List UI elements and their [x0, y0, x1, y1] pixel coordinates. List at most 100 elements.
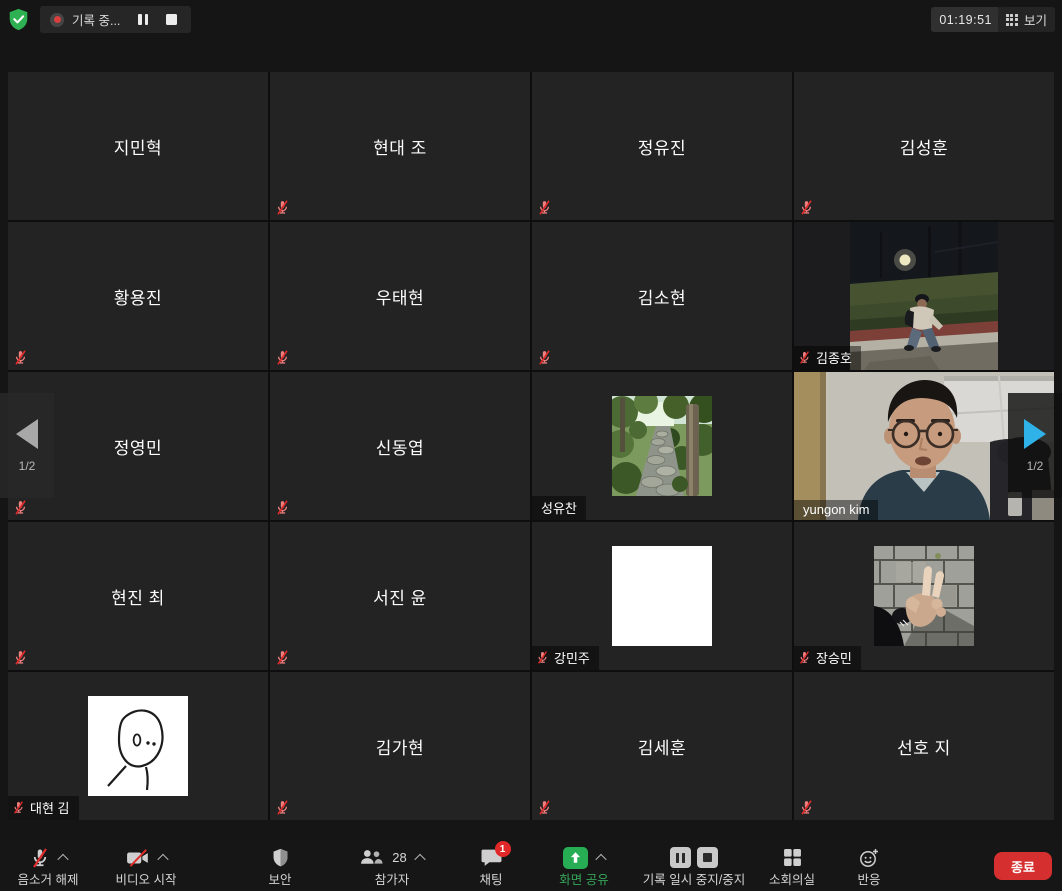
mic-muted-icon [275, 650, 290, 665]
top-bar: 기록 중... 01:19:51 보기 [0, 0, 1062, 40]
breakout-rooms-button[interactable]: 소회의실 [756, 846, 828, 888]
participant-name: 장승민 [816, 648, 852, 667]
start-video-button[interactable]: 비디오 시작 [96, 846, 196, 888]
participants-icon [360, 849, 383, 866]
mic-muted-icon [537, 200, 552, 215]
share-screen-button[interactable]: 화면 공유 [536, 846, 632, 888]
participant-name: 황용진 [8, 222, 268, 370]
share-screen-icon [563, 847, 588, 869]
chat-button[interactable]: 1 채팅 [458, 846, 524, 888]
participant-tile[interactable]: 김가현 [270, 672, 530, 820]
breakout-rooms-icon [783, 848, 802, 867]
recording-dot-icon [50, 13, 64, 27]
end-meeting-button[interactable]: 종료 [994, 852, 1052, 880]
recording-control-label: 기록 일시 중지/중지 [643, 869, 745, 888]
mic-muted-icon [275, 500, 290, 515]
mic-muted-icon [13, 500, 28, 515]
participant-name: 우태현 [270, 222, 530, 370]
mic-muted-icon [537, 800, 552, 815]
participant-tile[interactable]: 성유찬 [532, 372, 792, 520]
participant-tile[interactable]: 대현 김 [8, 672, 268, 820]
participant-tile[interactable]: 우태현 [270, 222, 530, 370]
participant-grid: 지민혁 현대 조 정유진 김성훈 황용진 우태현 김소현 [8, 72, 1054, 820]
participant-label: 대현 김 [8, 796, 79, 820]
mic-options-chevron[interactable] [57, 853, 68, 864]
participant-label: 강민주 [532, 646, 599, 670]
participant-tile[interactable]: 정유진 [532, 72, 792, 220]
pause-recording-icon[interactable] [670, 847, 691, 868]
start-video-label: 비디오 시작 [116, 869, 177, 888]
participant-name: 신동엽 [270, 372, 530, 520]
mic-muted-icon [799, 800, 814, 815]
participant-name: 김가현 [270, 672, 530, 820]
reactions-smiley-icon [859, 848, 879, 868]
meeting-timer: 01:19:51 [931, 7, 1000, 32]
previous-page-button[interactable]: 1/2 [0, 393, 54, 498]
mic-muted-icon [12, 801, 25, 814]
recording-label: 기록 중... [72, 10, 120, 29]
security-label: 보안 [268, 869, 291, 888]
participants-options-chevron[interactable] [414, 853, 425, 864]
reactions-label: 반응 [857, 869, 880, 888]
meeting-security-shield-icon[interactable] [8, 8, 29, 31]
participants-label: 참가자 [375, 869, 410, 888]
security-button[interactable]: 보안 [242, 846, 318, 888]
participant-label: 성유찬 [532, 496, 586, 520]
participant-tile[interactable]: 장승민 [794, 522, 1054, 670]
participants-button[interactable]: 28 참가자 [342, 846, 442, 888]
mic-muted-icon [275, 800, 290, 815]
participant-tile[interactable]: 김소현 [532, 222, 792, 370]
participant-tile[interactable]: 현대 조 [270, 72, 530, 220]
unmute-label: 음소거 해제 [18, 869, 79, 888]
recording-control-button[interactable]: 기록 일시 중지/중지 [636, 846, 752, 888]
participant-name: 정유진 [532, 72, 792, 220]
breakout-rooms-label: 소회의실 [769, 869, 815, 888]
gallery-view-icon [1006, 14, 1018, 26]
next-page-button[interactable]: 1/2 [1008, 393, 1062, 498]
participant-tile[interactable]: 김성훈 [794, 72, 1054, 220]
mic-muted-icon [30, 848, 50, 868]
shield-icon [272, 848, 289, 867]
camera-off-icon [126, 849, 150, 867]
mic-muted-icon [13, 650, 28, 665]
pause-recording-button[interactable] [138, 14, 148, 25]
stop-recording-icon[interactable] [697, 847, 718, 868]
avatar-forest-path [612, 396, 712, 496]
share-options-chevron[interactable] [595, 853, 606, 864]
participant-tile[interactable]: 서진 윤 [270, 522, 530, 670]
participant-tile[interactable]: 신동엽 [270, 372, 530, 520]
participant-tile[interactable]: 황용진 [8, 222, 268, 370]
mic-muted-icon [275, 350, 290, 365]
mic-muted-icon [798, 651, 811, 664]
participant-label: 김종호 [794, 346, 861, 370]
stop-recording-button[interactable] [166, 14, 177, 25]
mic-muted-icon [537, 350, 552, 365]
page-indicator: 1/2 [19, 459, 36, 473]
participant-tile[interactable]: 김종호 [794, 222, 1054, 370]
participant-tile[interactable]: 김세훈 [532, 672, 792, 820]
arrow-right-icon [1024, 419, 1046, 449]
reactions-button[interactable]: 반응 [836, 846, 902, 888]
participant-name: 김성훈 [794, 72, 1054, 220]
recording-indicator: 기록 중... [40, 6, 191, 33]
participant-name: 강민주 [554, 648, 590, 667]
participant-tile[interactable]: 선호 지 [794, 672, 1054, 820]
participant-name: 김종호 [816, 348, 852, 367]
unmute-button[interactable]: 음소거 해제 [0, 846, 96, 888]
arrow-left-icon [16, 419, 38, 449]
participant-name: 지민혁 [8, 72, 268, 220]
video-options-chevron[interactable] [157, 853, 168, 864]
participant-name: 김세훈 [532, 672, 792, 820]
view-button[interactable]: 보기 [998, 7, 1055, 32]
participant-tile[interactable]: 지민혁 [8, 72, 268, 220]
meeting-toolbar: 음소거 해제 비디오 시작 보안 28 참가자 1 채팅 [0, 841, 1062, 891]
mic-muted-icon [275, 200, 290, 215]
participant-tile[interactable]: 강민주 [532, 522, 792, 670]
mic-muted-icon [13, 350, 28, 365]
mic-muted-icon [536, 651, 549, 664]
participant-tile[interactable]: 현진 최 [8, 522, 268, 670]
mic-muted-icon [799, 200, 814, 215]
avatar-hand-on-pavement [874, 546, 974, 646]
participant-name: 대현 김 [30, 798, 70, 817]
avatar-white-square [612, 546, 712, 646]
